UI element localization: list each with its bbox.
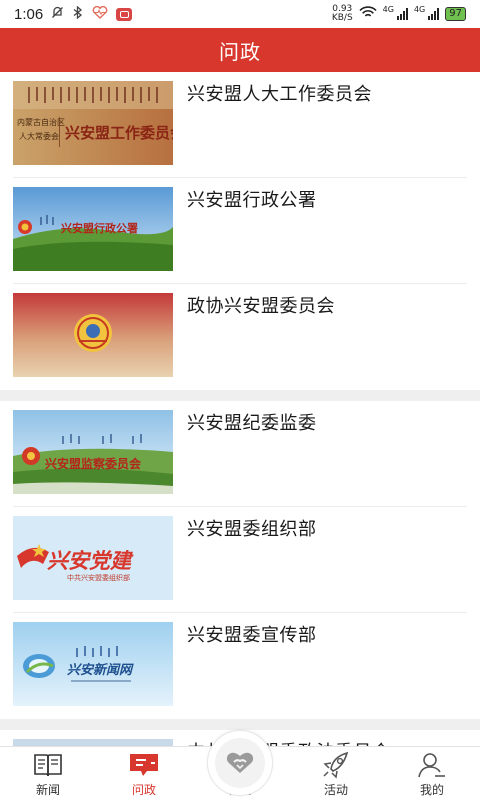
book-icon <box>34 754 62 777</box>
thumb-dangjian-title: 兴安党建 <box>47 549 134 573</box>
page-title: 问政 <box>219 41 261 64</box>
nav-label: 问政 <box>131 783 156 797</box>
thumb-xingshu-title: 兴安盟行政公署 <box>61 221 138 235</box>
nav-label: 新闻 <box>35 783 60 797</box>
list-group: 内蒙古自治区 人大常委会 兴安盟工作委员会 兴安盟人大工作委员会 <box>0 72 480 390</box>
network-speed: 0.93 KB/S <box>332 5 353 23</box>
list-item-thumbnail: 内蒙古自治区 人大常委会 兴安盟工作委员会 <box>13 81 173 165</box>
network-type-2: 4G <box>413 5 426 14</box>
thumb-dangjian-sub: 中共兴安盟委组织部 <box>67 573 130 582</box>
list-item-label: 兴安盟人大工作委员会 <box>187 84 372 104</box>
center-action-button[interactable] <box>207 730 273 796</box>
list-item-thumbnail: 兴安党建 中共兴安盟委组织部 <box>13 516 173 600</box>
thumb-xuanchuan-title: 兴安新闻网 <box>67 662 134 677</box>
list-item-thumbnail <box>13 293 173 377</box>
status-time: 1:06 <box>14 5 44 23</box>
list-item[interactable]: 内蒙古自治区 人大常委会 兴安盟工作委员会 兴安盟人大工作委员会 <box>0 72 480 178</box>
nav-item-wenzheng[interactable]: 问政 <box>96 747 192 800</box>
list-item[interactable]: 政协兴安盟委员会 <box>0 284 480 390</box>
network-type-1: 4G <box>382 5 394 14</box>
bluetooth-icon <box>72 5 84 22</box>
thumb-jiwei-title: 兴安盟监察委员会 <box>45 456 142 471</box>
message-icon <box>130 754 158 776</box>
thumb-renda-title: 兴安盟工作委员会 <box>65 124 173 142</box>
app-notification-icon <box>116 7 133 21</box>
list-item[interactable]: 兴安党建 中共兴安盟委组织部 兴安盟委组织部 <box>0 507 480 613</box>
list-item-thumbnail: 兴安新闻网 <box>13 622 173 706</box>
status-bar: 1:06 0.93 KB/S 4G 4G 97 <box>0 0 480 28</box>
list-item-thumbnail: 兴安盟监察委员会 <box>13 410 173 494</box>
wifi-icon <box>359 6 377 22</box>
nav-label: 我的 <box>419 783 444 797</box>
list-item-label: 政协兴安盟委员会 <box>187 296 335 316</box>
section-gap <box>0 390 480 401</box>
user-icon <box>418 753 445 778</box>
nav-item-mine[interactable]: 我的 <box>384 747 480 800</box>
signal-icon <box>428 8 440 20</box>
list-item-thumbnail <box>13 739 173 746</box>
title-bar: 问政 <box>0 28 480 72</box>
health-heart-icon <box>92 5 108 22</box>
section-gap <box>0 719 480 730</box>
thumb-renda-line1: 内蒙古自治区 <box>17 117 65 127</box>
list-item[interactable]: 兴安盟监察委员会 兴安盟纪委监委 <box>0 401 480 507</box>
rocket-icon <box>323 751 349 779</box>
speed-unit: KB/S <box>331 13 353 23</box>
notification-off-icon <box>51 6 64 22</box>
list-item-thumbnail: 兴安盟行政公署 <box>13 187 173 271</box>
list-item-label: 兴安盟纪委监委 <box>187 413 317 433</box>
battery-level: 97 <box>445 7 466 21</box>
list-item[interactable]: 兴安新闻网 兴安盟委宣传部 <box>0 613 480 719</box>
center-action-inner <box>215 738 265 788</box>
list-item-label: 兴安盟委组织部 <box>187 519 317 539</box>
signal-icon <box>396 8 408 20</box>
thumb-renda-line2: 人大常委会 <box>19 131 59 141</box>
list-item[interactable]: 兴安盟行政公署 兴安盟行政公署 <box>0 178 480 284</box>
list-group: 兴安盟监察委员会 兴安盟纪委监委 兴安党建 中共兴安盟委组织部 兴安盟委组织部 <box>0 401 480 719</box>
nav-label: 活动 <box>323 783 348 797</box>
nav-item-news[interactable]: 新闻 <box>0 747 96 800</box>
nav-item-activity[interactable]: 活动 <box>288 747 384 800</box>
list-item-label: 兴安盟行政公署 <box>187 190 317 210</box>
department-list[interactable]: 内蒙古自治区 人大常委会 兴安盟工作委员会 兴安盟人大工作委员会 <box>0 72 480 746</box>
list-item-label: 兴安盟委宣传部 <box>187 625 317 645</box>
handshake-icon <box>226 752 254 773</box>
